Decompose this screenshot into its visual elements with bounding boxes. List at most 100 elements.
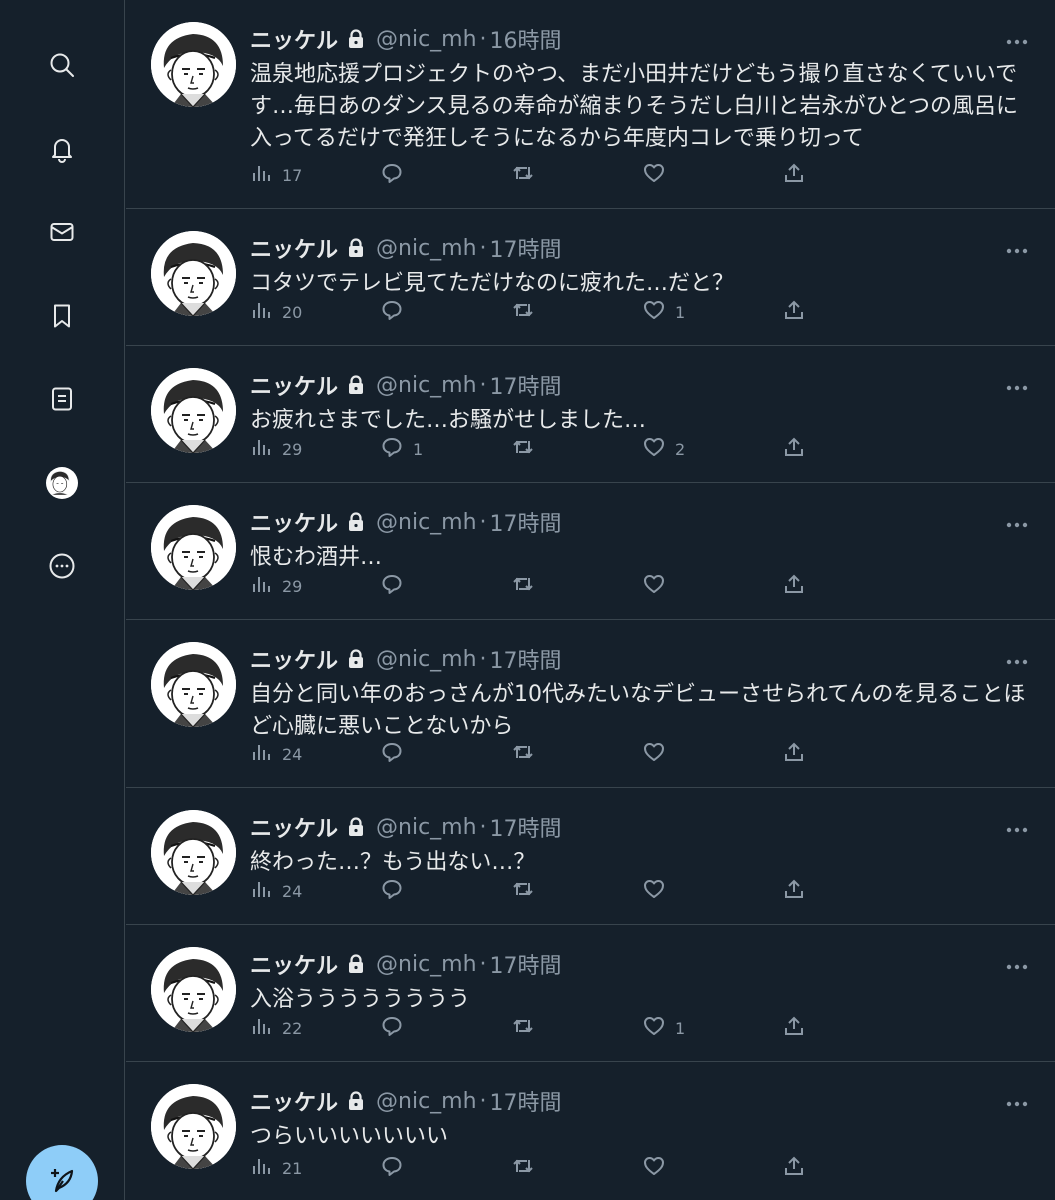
nav-profile[interactable]	[40, 461, 84, 505]
views-button[interactable]: 29	[250, 571, 302, 601]
nav-more[interactable]	[40, 544, 84, 588]
tweet[interactable]: ニッケル @nic_mh · 17時間 お疲れさまでした…お騒がせしました… 2…	[126, 346, 1055, 483]
views-button[interactable]: 17	[250, 160, 302, 190]
avatar[interactable]	[151, 22, 236, 107]
retweet-button[interactable]	[512, 571, 544, 601]
tweet[interactable]: ニッケル @nic_mh · 17時間 入浴うううううううう 22 1	[126, 925, 1055, 1062]
display-name[interactable]: ニッケル	[250, 369, 338, 401]
more-options-button[interactable]	[999, 505, 1035, 539]
like-button[interactable]	[643, 876, 675, 906]
display-name[interactable]: ニッケル	[250, 948, 338, 980]
compose-button[interactable]	[26, 1145, 98, 1200]
tweet-content: ニッケル @nic_mh · 17時間 入浴うううううううう	[250, 947, 1035, 1016]
more-options-button[interactable]	[999, 810, 1035, 844]
timestamp[interactable]: 17時間	[490, 643, 562, 675]
tweet[interactable]: ニッケル @nic_mh · 16時間 温泉地応援プロジェクトのやつ、まだ小田井…	[126, 0, 1055, 209]
reply-button[interactable]	[381, 160, 413, 190]
reply-icon	[381, 1155, 403, 1181]
share-button[interactable]	[783, 1013, 805, 1043]
display-name[interactable]: ニッケル	[250, 232, 338, 264]
display-name[interactable]: ニッケル	[250, 643, 338, 675]
timestamp[interactable]: 16時間	[490, 23, 562, 55]
reply-button[interactable]	[381, 739, 413, 769]
nav-search[interactable]	[40, 43, 84, 87]
separator-dot: ·	[479, 951, 487, 977]
more-options-button[interactable]	[999, 947, 1035, 981]
timestamp[interactable]: 17時間	[490, 232, 562, 264]
reply-icon	[381, 573, 403, 599]
timestamp[interactable]: 17時間	[490, 948, 562, 980]
avatar[interactable]	[151, 1084, 236, 1169]
like-button[interactable]	[643, 571, 675, 601]
retweet-button[interactable]	[512, 297, 544, 327]
reply-button[interactable]	[381, 1013, 413, 1043]
avatar[interactable]	[151, 810, 236, 895]
reply-button[interactable]	[381, 876, 413, 906]
tweet[interactable]: ニッケル @nic_mh · 17時間 自分と同い年のおっさんが10代みたいなデ…	[126, 620, 1055, 788]
views-button[interactable]: 22	[250, 1013, 302, 1043]
share-button[interactable]	[783, 571, 805, 601]
tweet[interactable]: ニッケル @nic_mh · 17時間 つらいいいいいいい 21	[126, 1062, 1055, 1200]
more-options-button[interactable]	[999, 642, 1035, 676]
share-button[interactable]	[783, 297, 805, 327]
timestamp[interactable]: 17時間	[490, 811, 562, 843]
more-options-button[interactable]	[999, 22, 1035, 56]
views-button[interactable]: 20	[250, 297, 302, 327]
user-handle[interactable]: @nic_mh	[376, 815, 477, 840]
share-button[interactable]	[783, 739, 805, 769]
tweet[interactable]: ニッケル @nic_mh · 17時間 コタツでテレビ見てただけなのに疲れた…だ…	[126, 209, 1055, 346]
timestamp[interactable]: 17時間	[490, 506, 562, 538]
user-handle[interactable]: @nic_mh	[376, 373, 477, 398]
views-button[interactable]: 21	[250, 1153, 302, 1183]
share-button[interactable]	[783, 434, 805, 464]
nav-notifications[interactable]	[40, 127, 84, 171]
share-button[interactable]	[783, 1153, 805, 1183]
user-handle[interactable]: @nic_mh	[376, 510, 477, 535]
user-handle[interactable]: @nic_mh	[376, 952, 477, 977]
reply-button[interactable]	[381, 297, 413, 327]
more-options-button[interactable]	[999, 231, 1035, 265]
timestamp[interactable]: 17時間	[490, 369, 562, 401]
tweet[interactable]: ニッケル @nic_mh · 17時間 恨むわ酒井… 29	[126, 483, 1055, 620]
retweet-button[interactable]	[512, 160, 544, 190]
nav-lists[interactable]	[40, 377, 84, 421]
more-options-button[interactable]	[999, 368, 1035, 402]
user-handle[interactable]: @nic_mh	[376, 236, 477, 261]
display-name[interactable]: ニッケル	[250, 811, 338, 843]
views-button[interactable]: 24	[250, 876, 302, 906]
nav-bookmarks[interactable]	[40, 294, 84, 338]
user-handle[interactable]: @nic_mh	[376, 1089, 477, 1114]
like-button[interactable]: 2	[643, 434, 685, 464]
share-button[interactable]	[783, 876, 805, 906]
retweet-button[interactable]	[512, 1153, 544, 1183]
retweet-button[interactable]	[512, 876, 544, 906]
share-button[interactable]	[783, 160, 805, 190]
reply-button[interactable]	[381, 571, 413, 601]
avatar[interactable]	[151, 368, 236, 453]
views-button[interactable]: 24	[250, 739, 302, 769]
like-button[interactable]: 1	[643, 297, 685, 327]
display-name[interactable]: ニッケル	[250, 1085, 338, 1117]
like-button[interactable]	[643, 1153, 675, 1183]
retweet-button[interactable]	[512, 434, 544, 464]
display-name[interactable]: ニッケル	[250, 23, 338, 55]
reply-button[interactable]	[381, 1153, 413, 1183]
nav-messages[interactable]	[40, 210, 84, 254]
like-button[interactable]	[643, 160, 675, 190]
views-button[interactable]: 29	[250, 434, 302, 464]
avatar[interactable]	[151, 642, 236, 727]
retweet-button[interactable]	[512, 739, 544, 769]
user-handle[interactable]: @nic_mh	[376, 27, 477, 52]
reply-button[interactable]: 1	[381, 434, 423, 464]
avatar[interactable]	[151, 947, 236, 1032]
display-name[interactable]: ニッケル	[250, 506, 338, 538]
tweet[interactable]: ニッケル @nic_mh · 17時間 終わった…？もう出ない…？ 24	[126, 788, 1055, 925]
avatar[interactable]	[151, 505, 236, 590]
user-handle[interactable]: @nic_mh	[376, 647, 477, 672]
timestamp[interactable]: 17時間	[490, 1085, 562, 1117]
more-options-button[interactable]	[999, 1084, 1035, 1118]
like-button[interactable]	[643, 739, 675, 769]
retweet-button[interactable]	[512, 1013, 544, 1043]
avatar[interactable]	[151, 231, 236, 316]
like-button[interactable]: 1	[643, 1013, 685, 1043]
